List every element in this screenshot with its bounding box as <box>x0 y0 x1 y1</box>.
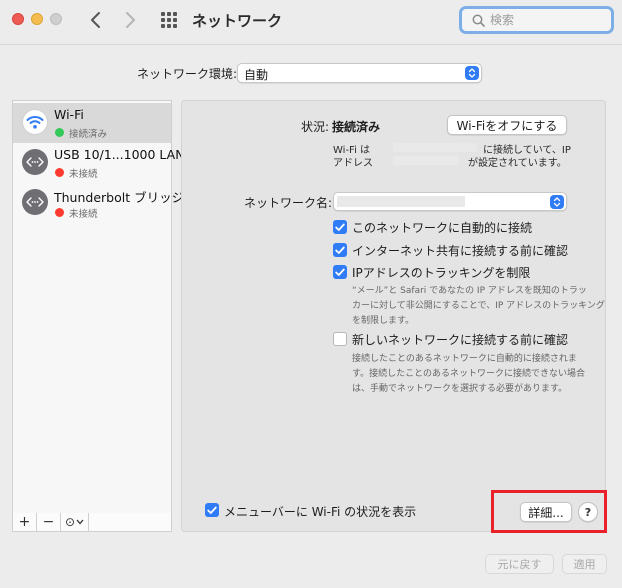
minimize-window-button[interactable] <box>31 13 43 25</box>
tracking-note-line3: を制限します。 <box>352 316 415 326</box>
ask-join-new-label[interactable]: 新しいネットワークに接続する前に確認 <box>352 331 568 348</box>
ask-hotspot-label[interactable]: インターネット共有に接続する前に確認 <box>352 242 568 259</box>
service-status: 未接続 <box>69 169 98 180</box>
close-window-button[interactable] <box>12 13 24 25</box>
location-value: 自動 <box>244 68 269 82</box>
network-name-label: ネットワーク名: <box>244 196 333 210</box>
ask-join-new-checkbox[interactable] <box>333 332 347 346</box>
ethernet-icon <box>22 189 48 215</box>
remove-service-button[interactable]: − <box>37 513 61 531</box>
title-bar-divider <box>0 44 622 45</box>
action-icon: ⊙ <box>64 515 76 529</box>
highlight-box <box>491 490 607 533</box>
checkmark-icon <box>335 268 345 276</box>
status-dot-red <box>55 168 64 177</box>
checkmark-icon <box>335 223 345 231</box>
status-text-line2-prefix: アドレス <box>333 158 373 169</box>
location-popup[interactable]: 自動 <box>237 63 482 83</box>
service-name: Thunderbolt ブリッジ <box>54 190 185 205</box>
status-text-line2-suffix: が設定されています。 <box>468 158 567 169</box>
status-value: 接続済み <box>332 120 381 134</box>
search-icon <box>472 14 485 27</box>
popup-stepper-icon <box>550 195 564 209</box>
redacted-network-value <box>337 196 465 207</box>
service-item-thunderbolt[interactable]: Thunderbolt ブリッジ 未接続 <box>13 183 184 223</box>
ask-hotspot-checkbox[interactable] <box>333 243 347 257</box>
ask-note-line3: は、手動でネットワークを選択する必要があります。 <box>352 384 568 394</box>
ethernet-icon <box>22 149 48 175</box>
network-name-popup[interactable] <box>333 192 567 211</box>
chevron-left-icon <box>91 12 100 28</box>
status-dot-red <box>55 208 64 217</box>
service-item-usb-lan[interactable]: USB 10/1...1000 LAN 未接続 <box>13 143 185 183</box>
limit-ip-tracking-label[interactable]: IPアドレスのトラッキングを制限 <box>352 264 530 281</box>
service-name: Wi-Fi <box>54 107 84 122</box>
redacted-network-name <box>393 143 477 152</box>
chevron-right-icon <box>126 12 135 28</box>
auto-join-checkbox[interactable] <box>333 220 347 234</box>
search-field[interactable] <box>459 6 614 34</box>
service-status: 接続済み <box>69 129 108 140</box>
back-button[interactable] <box>86 9 106 31</box>
apply-button[interactable]: 適用 <box>562 554 607 574</box>
checkmark-icon <box>207 506 217 514</box>
tracking-note-line1: “メール”と Safari であなたの IP アドレスを既知のトラッ <box>352 286 587 296</box>
service-list: Wi-Fi 接続済み USB 10/1...1000 LAN 未接続 Thund… <box>12 100 185 515</box>
auto-join-label[interactable]: このネットワークに自動的に接続 <box>352 219 532 236</box>
service-item-wifi[interactable]: Wi-Fi 接続済み <box>13 103 171 143</box>
action-menu-button[interactable]: ⊙ <box>61 513 89 531</box>
ask-note-line2: す。接続したことのあるネットワークに接続できない場合 <box>352 369 586 379</box>
forward-button[interactable] <box>120 9 140 31</box>
limit-ip-tracking-checkbox[interactable] <box>333 265 347 279</box>
redacted-ip-address <box>393 156 459 165</box>
turn-wifi-off-button[interactable]: Wi-Fiをオフにする <box>447 115 567 135</box>
show-all-grid-icon[interactable] <box>160 11 178 29</box>
service-name: USB 10/1...1000 LAN <box>54 147 185 162</box>
checkmark-icon <box>335 246 345 254</box>
service-list-toolbar: + − ⊙ <box>12 513 172 532</box>
tracking-note-line2: カーに対して非公開にすることで、IP アドレスのトラッキング <box>352 301 605 311</box>
show-in-menubar-checkbox[interactable] <box>205 503 219 517</box>
status-label: 状況: <box>301 120 330 134</box>
revert-button[interactable]: 元に戻す <box>485 554 554 574</box>
zoom-window-button[interactable] <box>50 13 62 25</box>
search-input[interactable] <box>490 11 605 29</box>
location-label: ネットワーク環境: <box>137 67 238 81</box>
service-status: 未接続 <box>69 209 98 220</box>
show-in-menubar-label[interactable]: メニューバーに Wi-Fi の状況を表示 <box>224 503 416 520</box>
wifi-icon <box>22 109 48 135</box>
status-dot-green <box>55 128 64 137</box>
add-service-button[interactable]: + <box>13 513 37 531</box>
popup-stepper-icon <box>465 66 479 80</box>
ask-note-line1: 接続したことのあるネットワークに自動的に接続されま <box>352 354 577 364</box>
chevron-down-icon <box>76 519 84 525</box>
window-title: ネットワーク <box>192 12 283 30</box>
